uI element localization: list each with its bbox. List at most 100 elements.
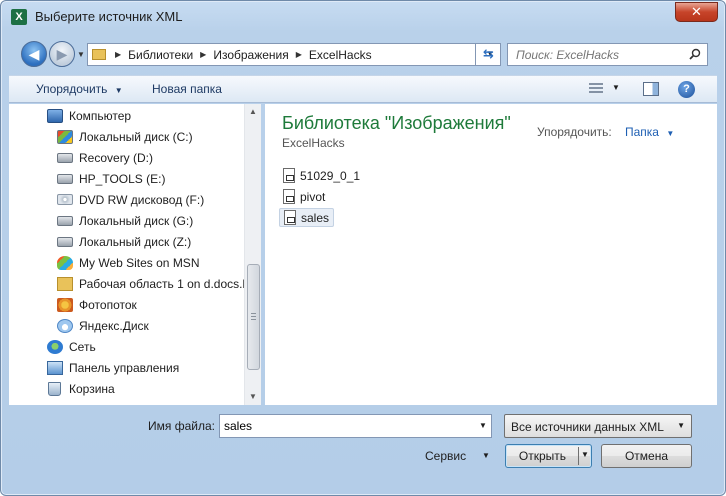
forward-button[interactable]: ▶ [49,41,75,67]
file-name: 51029_0_1 [300,168,361,183]
search-icon[interactable] [689,48,701,60]
nav-item-workspace[interactable]: Рабочая область 1 on d.docs.li [57,274,248,293]
nav-item-label: Локальный диск (C:) [79,129,193,144]
nav-item-drive-c[interactable]: Локальный диск (C:) [57,127,193,146]
file-name: sales [301,210,330,225]
nav-item-label: HP_TOOLS (E:) [79,171,166,186]
recent-locations-dropdown[interactable]: ▼ [77,50,85,59]
open-split-divider [578,447,579,465]
cancel-button[interactable]: Отмена [601,444,692,468]
chevron-down-icon: ▼ [77,50,85,59]
chevron-down-icon: ▼ [114,86,123,95]
scroll-down-icon[interactable]: ▼ [249,392,257,401]
msn-icon [57,255,73,270]
control-panel-icon [47,360,63,375]
file-item[interactable]: pivot [279,187,329,206]
folder-icon [92,49,106,60]
nav-item-network[interactable]: Сеть [47,337,96,356]
new-folder-button[interactable]: Новая папка [152,82,222,96]
back-button[interactable]: ◀ [21,41,47,67]
nav-item-drive-e[interactable]: HP_TOOLS (E:) [57,169,165,188]
file-name: pivot [300,189,326,204]
photostream-icon [57,297,73,312]
nav-item-drive-g[interactable]: Локальный диск (G:) [57,211,193,230]
nav-item-label: Рабочая область 1 on d.docs.li [79,276,248,291]
arrow-left-icon: ◀ [28,46,40,62]
nav-item-label: Компьютер [69,108,132,123]
excel-app-icon: X [11,9,27,25]
workspace-folder-icon [57,276,73,291]
nav-item-yandex-disk[interactable]: Яндекс.Диск [57,316,149,335]
search-box[interactable] [507,43,708,66]
dialog-window: X Выберите источник XML ✕ ◀ ▶ ▼ ▶ Библио… [0,0,726,496]
drive-icon [57,173,73,184]
breadcrumb-pictures[interactable]: Изображения [213,48,288,62]
open-button-label: Открыть [518,449,567,463]
scroll-thumb[interactable] [247,264,260,370]
library-title: Библиотека "Изображения" [282,113,511,133]
command-toolbar: Упорядочить ▼ Новая папка ▼ ? [9,75,717,103]
tools-dropdown-icon[interactable]: ▼ [482,451,490,460]
close-button[interactable]: ✕ [675,2,718,22]
nav-item-control-panel[interactable]: Панель управления [47,358,179,377]
nav-pane-scrollbar[interactable]: ▲ ▼ [244,104,261,405]
refresh-button[interactable]: ⇆ [475,43,501,66]
nav-item-drive-d[interactable]: Recovery (D:) [57,148,153,167]
nav-item-computer[interactable]: Компьютер [47,106,131,125]
filename-input[interactable] [219,414,492,438]
arrange-by-label: Упорядочить: [537,125,612,139]
address-bar[interactable]: ▶ Библиотеки ▶ Изображения ▶ ExcelHacks … [87,43,501,66]
navigation-pane: Компьютер Локальный диск (C:) Recovery (… [9,104,261,405]
filename-dropdown-icon[interactable]: ▼ [479,421,487,430]
preview-pane-icon[interactable] [643,82,659,96]
nav-item-label: Сеть [69,339,96,354]
file-item-selected[interactable]: sales [279,208,335,227]
window-title: Выберите источник XML [35,9,183,24]
computer-icon [47,108,63,123]
nav-item-label: Панель управления [69,360,180,375]
open-options-dropdown-icon[interactable]: ▼ [581,450,589,459]
nav-item-photostream[interactable]: Фотопоток [57,295,137,314]
nav-item-drive-f[interactable]: DVD RW дисковод (F:) [57,190,204,209]
dvd-drive-icon [57,194,73,205]
help-icon[interactable]: ? [678,81,695,98]
recycle-bin-icon [48,381,61,396]
library-subtitle: ExcelHacks [282,136,345,150]
xml-file-icon [284,210,296,225]
organize-label: Упорядочить [36,82,108,96]
filename-label: Имя файла: [148,419,215,433]
refresh-icon: ⇆ [483,46,494,61]
nav-item-drive-z[interactable]: Локальный диск (Z:) [57,232,191,251]
breadcrumb-excelhacks[interactable]: ExcelHacks [309,48,372,62]
file-type-select[interactable]: Все источники данных XML ▼ [504,414,692,438]
file-list-pane: Библиотека "Изображения" ExcelHacks Упор… [265,104,717,405]
tools-button[interactable]: Сервис [425,449,466,463]
scroll-up-icon[interactable]: ▲ [249,107,257,116]
breadcrumb-separator-icon[interactable]: ▶ [296,50,302,59]
file-item[interactable]: 51029_0_1 [279,166,364,185]
windows-drive-icon [57,129,73,144]
nav-item-label: DVD RW дисковод (F:) [79,192,205,207]
nav-item-recycle-bin[interactable]: Корзина [47,379,115,398]
yandex-disk-icon [57,318,73,333]
arrange-by-value: Папка [625,125,659,139]
view-options-dropdown-icon[interactable]: ▼ [612,83,620,92]
breadcrumb-separator-icon[interactable]: ▶ [200,50,206,59]
nav-item-label: Локальный диск (Z:) [79,234,192,249]
chevron-down-icon: ▼ [666,129,675,138]
xml-file-icon [283,189,295,204]
breadcrumb-libraries[interactable]: Библиотеки [128,48,193,62]
nav-item-label: My Web Sites on MSN [79,255,200,270]
breadcrumb-separator-icon[interactable]: ▶ [115,50,121,59]
change-view-icon[interactable] [589,83,603,95]
arrange-by-dropdown[interactable]: Папка ▼ [625,125,674,139]
close-icon: ✕ [691,4,702,19]
search-input[interactable] [516,47,686,62]
drive-icon [57,152,73,163]
nav-item-label: Recovery (D:) [79,150,154,165]
organize-button[interactable]: Упорядочить ▼ [36,82,123,96]
title-bar: X Выберите источник XML ✕ [1,1,725,29]
drive-icon [57,215,73,226]
chevron-down-icon: ▼ [677,421,685,430]
nav-item-msn[interactable]: My Web Sites on MSN [57,253,199,272]
